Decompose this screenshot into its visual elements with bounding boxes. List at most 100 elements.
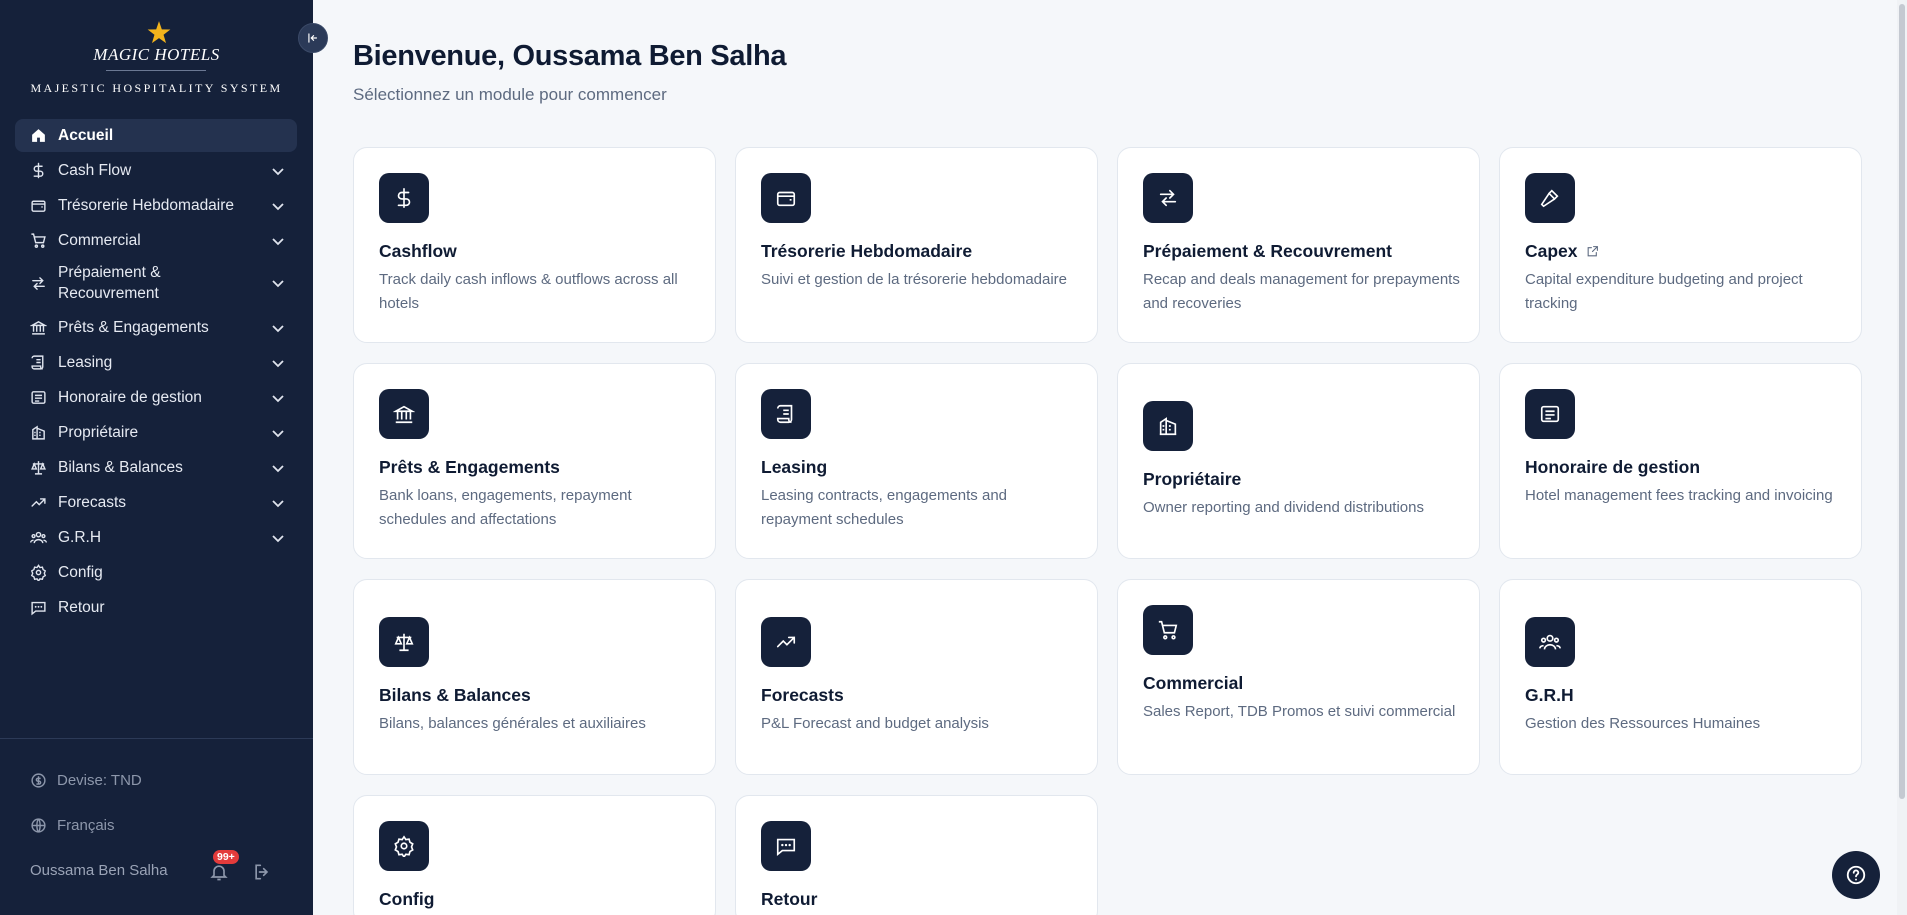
sidebar-item-label: Prépaiement & Recouvrement — [58, 262, 161, 304]
chevron-down-icon[interactable] — [271, 357, 285, 369]
sidebar-item-cash-flow[interactable]: Cash Flow — [15, 154, 297, 187]
home-icon — [29, 127, 47, 145]
gear-icon — [379, 821, 429, 871]
card-title-text: Capex — [1525, 241, 1578, 261]
sidebar-item-label: Honoraire de gestion — [58, 388, 202, 406]
sidebar-item-proprietaire[interactable]: Propriétaire — [15, 416, 297, 449]
star-logo-icon — [147, 21, 171, 44]
sidebar-item-label: Prêts & Engagements — [58, 318, 209, 336]
bank-icon — [29, 319, 47, 337]
card-title: Retour — [761, 889, 818, 909]
card-description: Sales Report, TDB Promos et suivi commer… — [1143, 703, 1456, 720]
chevron-down-icon[interactable] — [271, 462, 285, 474]
arrows-icon — [29, 274, 47, 292]
currency-selector[interactable]: Devise: TND — [30, 772, 142, 789]
sidebar-item-commercial[interactable]: Commercial — [15, 224, 297, 257]
card-description: Bilans, balances générales et auxiliaire… — [379, 715, 646, 732]
card-title: Cashflow — [379, 241, 457, 261]
chevron-down-icon[interactable] — [271, 427, 285, 439]
sidebar-item-tresorerie[interactable]: Trésorerie Hebdomadaire — [15, 189, 297, 222]
chevron-down-icon[interactable] — [271, 322, 285, 334]
module-card-bilans[interactable]: Bilans & Balances Bilans, balances génér… — [353, 579, 716, 775]
sidebar-item-forecasts[interactable]: Forecasts — [15, 486, 297, 519]
sidebar-nav: Accueil Cash Flow Trésorerie Hebdomadair… — [15, 119, 297, 626]
scale-icon — [29, 459, 47, 477]
sidebar-item-label: Trésorerie Hebdomadaire — [58, 196, 235, 214]
sidebar-item-accueil[interactable]: Accueil — [15, 119, 297, 152]
receipt-icon — [29, 389, 47, 407]
chevron-down-icon[interactable] — [271, 200, 285, 212]
card-description: Gestion des Ressources Humaines — [1525, 715, 1761, 732]
card-description: Hotel management fees tracking and invoi… — [1525, 487, 1833, 504]
sidebar-item-leasing[interactable]: Leasing — [15, 346, 297, 379]
brand-logo[interactable]: MAGIC HOTELS MAJESTIC HOSPITALITY SYSTEM — [0, 0, 313, 110]
sidebar-item-label: Commercial — [58, 231, 141, 249]
card-title: Commercial — [1143, 673, 1244, 693]
sidebar-item-prets[interactable]: Prêts & Engagements — [15, 311, 297, 344]
sidebar-item-config[interactable]: Config — [15, 556, 297, 589]
currency-icon — [31, 773, 46, 788]
cart-icon — [29, 232, 47, 250]
module-card-forecasts[interactable]: Forecasts P&L Forecast and budget analys… — [735, 579, 1098, 775]
sidebar-item-label: Config — [58, 563, 103, 581]
sidebar-item-grh[interactable]: G.R.H — [15, 521, 297, 554]
sidebar-item-label: Cash Flow — [58, 161, 132, 179]
scroll-icon — [29, 354, 47, 372]
chevron-down-icon[interactable] — [271, 497, 285, 509]
bell-icon[interactable] — [209, 862, 229, 882]
external-link-icon[interactable] — [1586, 245, 1599, 258]
module-card-leasing[interactable]: Leasing Leasing contracts, engagements a… — [735, 363, 1098, 559]
module-card-prets[interactable]: Prêts & Engagements Bank loans, engageme… — [353, 363, 716, 559]
module-card-prepaiement[interactable]: Prépaiement & Recouvrement Recap and dea… — [1117, 147, 1480, 343]
module-card-commercial[interactable]: Commercial Sales Report, TDB Promos et s… — [1117, 579, 1480, 775]
sidebar-item-bilans[interactable]: Bilans & Balances — [15, 451, 297, 484]
page-title: Bienvenue, Oussama Ben Salha — [353, 40, 787, 72]
card-description: Owner reporting and dividend distributio… — [1143, 499, 1424, 516]
module-card-capex[interactable]: Capex Capital expenditure budgeting and … — [1499, 147, 1862, 343]
card-title: Config — [379, 889, 435, 909]
gear-icon — [29, 564, 47, 582]
sidebar-item-prepaiement[interactable]: Prépaiement & Recouvrement — [15, 260, 297, 306]
wallet-icon — [29, 197, 47, 215]
wallet-icon — [761, 173, 811, 223]
help-button[interactable] — [1832, 851, 1880, 899]
module-card-honoraire[interactable]: Honoraire de gestion Hotel management fe… — [1499, 363, 1862, 559]
help-icon — [1846, 865, 1866, 885]
brand-divider — [106, 70, 206, 71]
sidebar-item-label: Leasing — [58, 353, 113, 371]
collapse-icon — [308, 33, 318, 43]
trend-icon — [761, 617, 811, 667]
chevron-down-icon[interactable] — [271, 165, 285, 177]
chevron-down-icon[interactable] — [271, 277, 285, 289]
card-description: Bank loans, engagements, repayment sched… — [379, 487, 632, 528]
brand-name: MAGIC HOTELS — [93, 45, 220, 64]
chevron-down-icon[interactable] — [271, 392, 285, 404]
card-title: Forecasts — [761, 685, 844, 705]
card-title: Prêts & Engagements — [379, 457, 560, 477]
module-card-cashflow[interactable]: Cashflow Track daily cash inflows & outf… — [353, 147, 716, 343]
sidebar-item-label: Accueil — [58, 126, 114, 144]
sidebar-item-label: Retour — [58, 598, 105, 616]
chevron-down-icon[interactable] — [271, 235, 285, 247]
card-description: Capital expenditure budgeting and projec… — [1525, 271, 1803, 312]
sidebar-item-label-line2: Recouvrement — [58, 285, 159, 302]
card-title: Leasing — [761, 457, 828, 477]
scrollbar-thumb[interactable] — [1899, 4, 1905, 799]
module-card-retour[interactable]: Retour — [735, 795, 1098, 915]
sidebar-item-honoraire[interactable]: Honoraire de gestion — [15, 381, 297, 414]
module-card-tresorerie[interactable]: Trésorerie Hebdomadaire Suivi et gestion… — [735, 147, 1098, 343]
sidebar-collapse-button[interactable] — [298, 23, 328, 53]
sidebar-item-label: Propriétaire — [58, 423, 139, 441]
chevron-down-icon[interactable] — [271, 532, 285, 544]
module-card-proprietaire[interactable]: Propriétaire Owner reporting and dividen… — [1117, 363, 1480, 559]
language-label: Français — [57, 817, 115, 834]
logout-icon[interactable] — [252, 862, 272, 882]
module-card-config[interactable]: Config — [353, 795, 716, 915]
page-scrollbar[interactable] — [1897, 0, 1907, 915]
sidebar-item-label: Forecasts — [58, 493, 127, 511]
module-card-grh[interactable]: G.R.H Gestion des Ressources Humaines — [1499, 579, 1862, 775]
sidebar-item-retour[interactable]: Retour — [15, 591, 297, 624]
page-subtitle: Sélectionnez un module pour commencer — [353, 85, 667, 104]
language-selector[interactable]: Français — [30, 817, 115, 834]
card-title: G.R.H — [1525, 685, 1574, 705]
